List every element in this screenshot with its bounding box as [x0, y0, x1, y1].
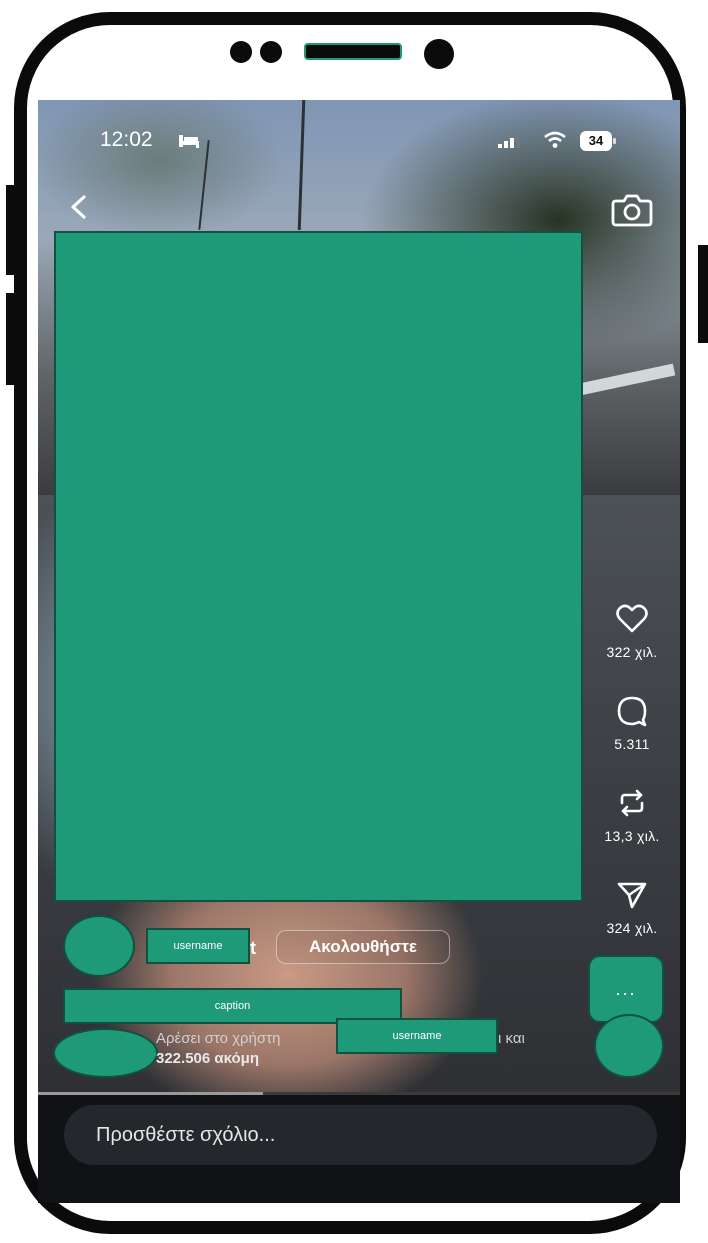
redacted-liker-avatars [53, 1028, 158, 1078]
video-pole [297, 100, 306, 231]
bed-icon [179, 135, 199, 148]
battery-tip [613, 138, 616, 144]
heart-icon[interactable] [615, 602, 649, 636]
wifi-icon [544, 131, 566, 148]
like-action[interactable]: 322 χιλ. [584, 602, 680, 660]
username-text: username [173, 940, 223, 952]
comment-input[interactable] [64, 1105, 657, 1165]
video-pole [198, 140, 210, 230]
comment-count: 5.311 [614, 736, 650, 752]
sensor-dot [230, 41, 252, 63]
status-time: 12:02 [100, 128, 153, 151]
repost-count: 13,3 χιλ. [604, 828, 660, 844]
battery-level: 34 [580, 131, 612, 151]
more-options-button[interactable]: ... [588, 955, 664, 1023]
like-count: 322 χιλ. [606, 644, 658, 660]
back-icon[interactable] [64, 192, 94, 222]
redacted-audio-thumbnail[interactable] [594, 1014, 664, 1078]
share-count: 324 χιλ. [606, 920, 658, 936]
front-camera [424, 39, 454, 69]
redacted-video-region [54, 231, 583, 902]
camera-icon[interactable] [610, 192, 654, 228]
send-icon[interactable] [615, 878, 649, 912]
more-icon: ... [615, 978, 637, 999]
redacted-avatar[interactable] [63, 915, 135, 977]
liker-username[interactable]: username [336, 1018, 498, 1054]
sensor-dot [260, 41, 282, 63]
signal-icon [498, 135, 520, 148]
comment-bar [38, 1095, 680, 1203]
reel-screen: 12:02 34 322 χιλ. 5.311 13,3 χιλ. 324 χι… [38, 100, 680, 1203]
repost-icon[interactable] [615, 786, 649, 820]
repost-action[interactable]: 13,3 χιλ. [584, 786, 680, 844]
comment-icon[interactable] [615, 694, 649, 728]
username-link[interactable]: username [146, 928, 250, 964]
liked-by-suffix: ι και [498, 1030, 525, 1047]
username-tail: t [250, 938, 256, 958]
follow-button[interactable]: Ακολουθήστε [276, 930, 450, 964]
comment-action[interactable]: 5.311 [584, 694, 680, 752]
liker-username-text: username [392, 1030, 442, 1042]
liked-by-text: Αρέσει στο χρήστη [156, 1030, 281, 1047]
share-action[interactable]: 324 χιλ. [584, 878, 680, 936]
caption-label: caption [214, 1000, 251, 1012]
likes-count[interactable]: 322.506 ακόμη [156, 1050, 259, 1067]
speaker-grille [304, 43, 402, 60]
battery-icon: 34 [580, 131, 618, 151]
power-button [698, 245, 708, 343]
